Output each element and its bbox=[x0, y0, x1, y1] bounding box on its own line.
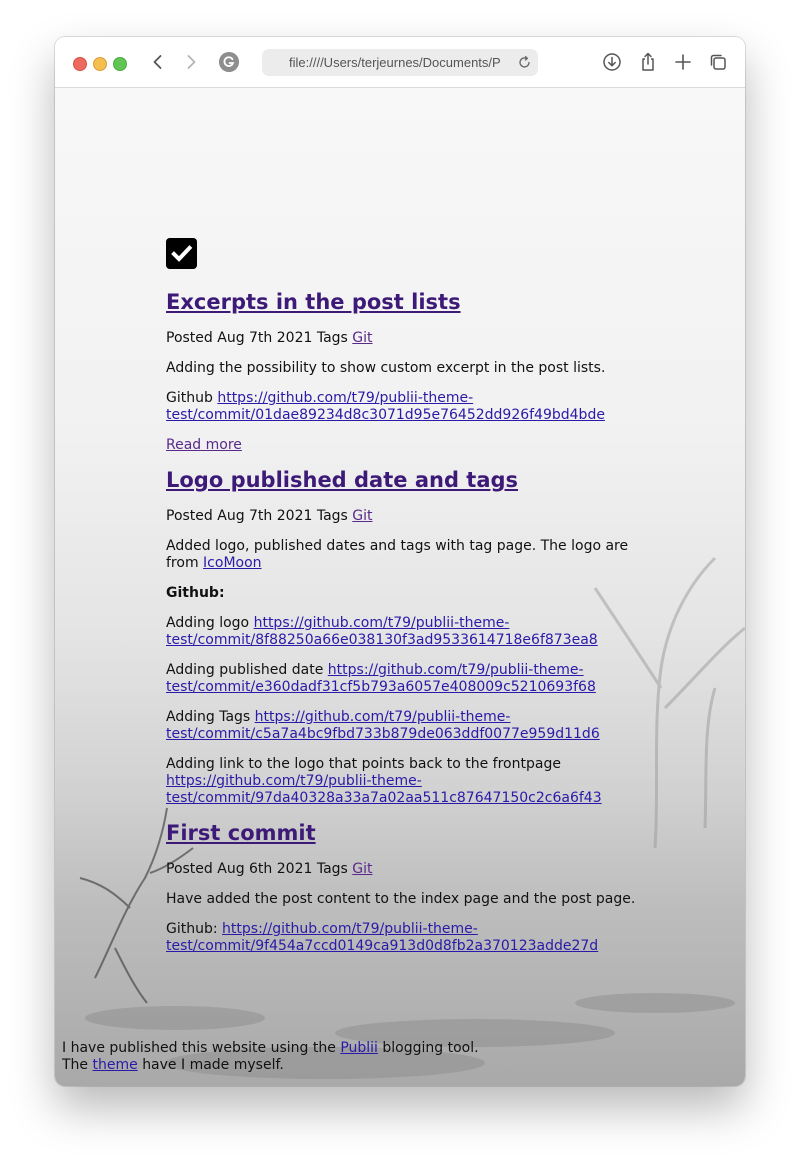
web-page: Excerpts in the post lists Posted Aug 7t… bbox=[55, 88, 745, 1086]
github-commit-link[interactable]: https://github.com/t79/publii-theme-​tes… bbox=[166, 773, 602, 806]
footer-line-2: The theme have I made myself. bbox=[62, 1057, 662, 1074]
zoom-window-button[interactable] bbox=[113, 57, 127, 71]
read-more-line: Read more bbox=[166, 437, 636, 454]
post-text: Have added the post content to the index… bbox=[166, 891, 636, 907]
icomoon-link[interactable]: IcoMoon bbox=[203, 555, 261, 571]
github-line: Github https://github.com/t79/publii-the… bbox=[166, 390, 636, 424]
post-excerpts: Excerpts in the post lists Posted Aug 7t… bbox=[166, 289, 636, 454]
publii-link[interactable]: Publii bbox=[340, 1040, 378, 1056]
url-text[interactable]: file:////Users/terjeurnes/Documents/P bbox=[289, 55, 509, 70]
theme-link[interactable]: theme bbox=[93, 1057, 138, 1073]
post-text: Added logo, published dates and tags wit… bbox=[166, 538, 636, 572]
commit-line: Adding published date https://github.com… bbox=[166, 662, 636, 696]
github-commit-link[interactable]: https://github.com/t79/publii-theme-​tes… bbox=[166, 921, 598, 954]
post-logo-date-tags: Logo published date and tags Posted Aug … bbox=[166, 467, 636, 807]
github-heading: Github: bbox=[166, 585, 225, 601]
github-label: Github: bbox=[166, 921, 218, 937]
commit-label: Adding published date bbox=[166, 662, 324, 678]
posted-date: Posted Aug 7th 2021 Tags bbox=[166, 330, 348, 346]
commit-line: Adding Tags https://github.com/t79/publi… bbox=[166, 709, 636, 743]
post-meta: Posted Aug 7th 2021 Tags Git bbox=[166, 508, 636, 525]
page-footer: I have published this website using the … bbox=[62, 1040, 662, 1074]
footer-text: I have published this website using the bbox=[62, 1040, 336, 1056]
tag-link[interactable]: Git bbox=[352, 861, 372, 877]
downloads-icon[interactable] bbox=[601, 51, 623, 73]
commit-label: Adding logo bbox=[166, 615, 250, 631]
posted-date: Posted Aug 7th 2021 Tags bbox=[166, 508, 348, 524]
footer-line-1: I have published this website using the … bbox=[62, 1040, 662, 1057]
forward-icon[interactable] bbox=[180, 51, 202, 73]
reload-icon[interactable] bbox=[517, 55, 532, 70]
commit-label: Adding link to the logo that points back… bbox=[166, 756, 561, 772]
commit-line: Adding logo https://github.com/t79/publi… bbox=[166, 615, 636, 649]
back-icon[interactable] bbox=[147, 51, 169, 73]
commit-label: Adding Tags bbox=[166, 709, 251, 725]
footer-text: blogging tool. bbox=[382, 1040, 479, 1056]
read-more-link[interactable]: Read more bbox=[166, 437, 242, 453]
tag-link[interactable]: Git bbox=[352, 330, 372, 346]
commit-line: Adding link to the logo that points back… bbox=[166, 756, 636, 807]
post-title: Excerpts in the post lists bbox=[166, 289, 636, 315]
close-window-button[interactable] bbox=[73, 57, 87, 71]
tag-link[interactable]: Git bbox=[352, 508, 372, 524]
privacy-shield-icon[interactable] bbox=[219, 52, 239, 72]
address-bar[interactable]: file:////Users/terjeurnes/Documents/P bbox=[262, 49, 538, 76]
browser-toolbar: file:////Users/terjeurnes/Documents/P bbox=[55, 37, 745, 88]
post-excerpt: Adding the possibility to show custom ex… bbox=[166, 360, 606, 376]
footer-text: The bbox=[62, 1057, 89, 1073]
posted-date: Posted Aug 6th 2021 Tags bbox=[166, 861, 348, 877]
github-line: Github: https://github.com/t79/publii-th… bbox=[166, 921, 636, 955]
github-label: Github bbox=[166, 390, 213, 406]
post-title-link[interactable]: Excerpts in the post lists bbox=[166, 290, 461, 314]
post-title: First commit bbox=[166, 820, 636, 846]
post-first-commit: First commit Posted Aug 6th 2021 Tags Gi… bbox=[166, 820, 636, 955]
post-title-link[interactable]: Logo published date and tags bbox=[166, 468, 518, 492]
post-meta: Posted Aug 7th 2021 Tags Git bbox=[166, 330, 636, 347]
minimize-window-button[interactable] bbox=[93, 57, 107, 71]
checkmark-logo-icon[interactable] bbox=[166, 238, 197, 269]
footer-text: have I made myself. bbox=[142, 1057, 284, 1073]
post-meta: Posted Aug 6th 2021 Tags Git bbox=[166, 861, 636, 878]
post-title: Logo published date and tags bbox=[166, 467, 636, 493]
browser-window: file:////Users/terjeurnes/Documents/P Ex… bbox=[55, 37, 745, 1086]
share-icon[interactable] bbox=[637, 51, 659, 73]
post-list: Excerpts in the post lists Posted Aug 7t… bbox=[166, 238, 636, 968]
new-tab-icon[interactable] bbox=[672, 51, 694, 73]
github-commit-link[interactable]: https://github.com/t79/publii-theme-​tes… bbox=[166, 390, 605, 423]
tab-overview-icon[interactable] bbox=[707, 51, 729, 73]
post-title-link[interactable]: First commit bbox=[166, 821, 316, 845]
